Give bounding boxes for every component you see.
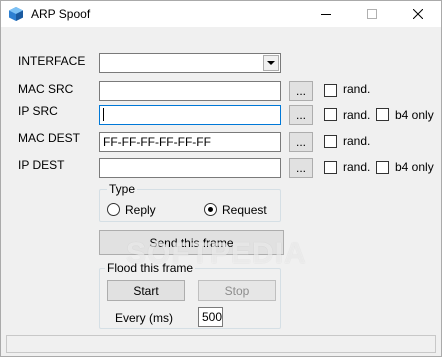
- ip-dest-browse-button[interactable]: ...: [289, 158, 313, 178]
- send-frame-button[interactable]: Send this frame: [99, 230, 284, 255]
- ip-dest-rand-checkbox[interactable]: [324, 161, 337, 174]
- ip-dest-b4only-label: b4 only: [395, 160, 434, 174]
- flood-group-title: Flood this frame: [105, 261, 196, 275]
- mac-src-rand-label: rand.: [343, 82, 371, 96]
- mac-src-input[interactable]: [99, 81, 281, 101]
- type-group-title: Type: [107, 182, 138, 196]
- ip-src-input[interactable]: [99, 105, 281, 125]
- ip-src-rand-checkbox[interactable]: [324, 108, 337, 121]
- minimize-button[interactable]: [303, 1, 349, 27]
- status-bar: [6, 335, 436, 353]
- window-title: ARP Spoof: [31, 7, 91, 21]
- ip-src-b4only-label: b4 only: [395, 108, 434, 122]
- mac-dest-browse-button[interactable]: ...: [289, 132, 313, 152]
- arp-spoof-window: ARP Spoof INTERFACE MAC SRC ... rand. IP: [0, 0, 442, 357]
- request-label: Request: [222, 203, 267, 217]
- minimize-icon: [321, 9, 331, 19]
- ip-src-label: IP SRC: [18, 104, 58, 118]
- ip-src-browse-button[interactable]: ...: [289, 105, 313, 125]
- reply-label: Reply: [125, 203, 156, 217]
- ip-dest-input[interactable]: [99, 158, 281, 178]
- chevron-down-icon[interactable]: [263, 55, 279, 71]
- request-radio[interactable]: [204, 203, 217, 216]
- reply-radio[interactable]: [107, 203, 120, 216]
- every-ms-label: Every (ms): [115, 311, 173, 325]
- mac-dest-rand-label: rand.: [343, 134, 371, 148]
- close-icon: [413, 9, 423, 19]
- title-bar: ARP Spoof: [1, 1, 441, 27]
- ip-src-b4only-checkbox[interactable]: [376, 108, 389, 121]
- mac-src-label: MAC SRC: [18, 82, 74, 96]
- blue-cube-icon: [8, 6, 24, 22]
- ip-src-rand-label: rand.: [343, 108, 371, 122]
- mac-src-browse-button[interactable]: ...: [289, 81, 313, 101]
- mac-dest-input[interactable]: FF-FF-FF-FF-FF-FF: [99, 132, 281, 152]
- every-ms-input[interactable]: 500: [198, 307, 223, 327]
- close-button[interactable]: [395, 1, 441, 27]
- ip-dest-label: IP DEST: [18, 158, 65, 172]
- mac-dest-label: MAC DEST: [18, 131, 81, 145]
- ip-dest-rand-label: rand.: [343, 160, 371, 174]
- interface-label: INTERFACE: [18, 54, 86, 68]
- maximize-icon: [367, 9, 377, 19]
- ip-dest-b4only-checkbox[interactable]: [376, 161, 389, 174]
- mac-src-rand-checkbox[interactable]: [324, 84, 337, 97]
- text-cursor: [103, 108, 104, 121]
- interface-select[interactable]: [99, 53, 281, 73]
- mac-dest-rand-checkbox[interactable]: [324, 135, 337, 148]
- start-button[interactable]: Start: [107, 280, 185, 301]
- interface-value: [100, 53, 260, 73]
- maximize-button[interactable]: [349, 1, 395, 27]
- stop-button[interactable]: Stop: [198, 280, 276, 301]
